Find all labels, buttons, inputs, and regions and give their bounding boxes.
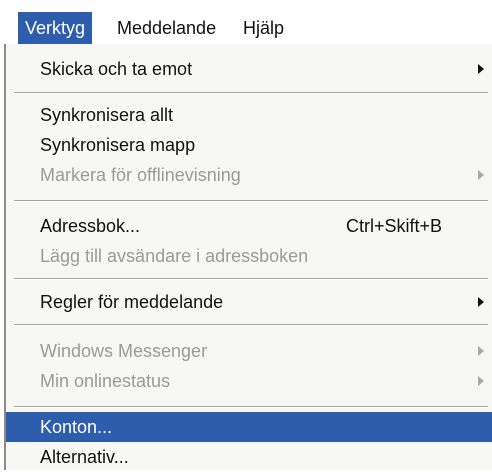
menu-item-windows-messenger: Windows Messenger [6, 336, 492, 366]
shortcut-label: Ctrl+Skift+B [346, 216, 443, 236]
menu-item-min-onlinestatus: Min onlinestatus [6, 366, 492, 396]
separator [14, 324, 488, 326]
verktyg-dropdown-menu: Skicka och ta emot Synkronisera allt Syn… [4, 44, 492, 470]
menu-bar: Verktyg Meddelande Hjälp [0, 0, 492, 46]
menu-item-synkronisera-allt[interactable]: Synkronisera allt [6, 100, 492, 130]
separator [14, 200, 488, 202]
menu-item-label: Adressbok... [40, 216, 141, 236]
menu-item-synkronisera-mapp[interactable]: Synkronisera mapp [6, 130, 492, 160]
menu-item-label: Alternativ... [40, 447, 129, 467]
menu-item-adressbok[interactable]: Adressbok... Ctrl+Skift+B [6, 211, 492, 241]
submenu-arrow-icon [478, 170, 484, 180]
menu-hjalp[interactable]: Hjälp [236, 12, 291, 44]
menu-item-lagg-till-avsandare: Lägg till avsändare i adressboken [6, 241, 492, 271]
menu-item-konton[interactable]: Konton... [6, 412, 492, 442]
menu-item-regler-for-meddelande[interactable]: Regler för meddelande [6, 287, 492, 317]
menu-item-markera-for-offlinevisning: Markera för offlinevisning [6, 160, 492, 190]
submenu-arrow-icon [478, 376, 484, 386]
menu-item-label: Markera för offlinevisning [40, 165, 241, 185]
menu-item-label: Min onlinestatus [40, 371, 171, 391]
separator [14, 278, 488, 280]
menu-item-alternativ[interactable]: Alternativ... [6, 442, 492, 472]
menu-item-skicka-och-ta-emot[interactable]: Skicka och ta emot [6, 54, 492, 84]
menu-item-label: Synkronisera mapp [40, 135, 196, 155]
submenu-arrow-icon [478, 297, 484, 307]
separator [14, 92, 488, 94]
menu-verktyg[interactable]: Verktyg [18, 12, 93, 44]
submenu-arrow-icon [478, 64, 484, 74]
menu-item-label: Windows Messenger [40, 341, 208, 361]
menu-item-label: Konton... [40, 417, 113, 437]
menu-item-label: Synkronisera allt [40, 105, 174, 125]
menu-item-label: Skicka och ta emot [40, 59, 193, 79]
submenu-arrow-icon [478, 346, 484, 356]
menu-meddelande[interactable]: Meddelande [110, 12, 223, 44]
menu-item-label: Regler för meddelande [40, 292, 224, 312]
separator [14, 406, 488, 408]
menu-item-label: Lägg till avsändare i adressboken [40, 246, 309, 266]
